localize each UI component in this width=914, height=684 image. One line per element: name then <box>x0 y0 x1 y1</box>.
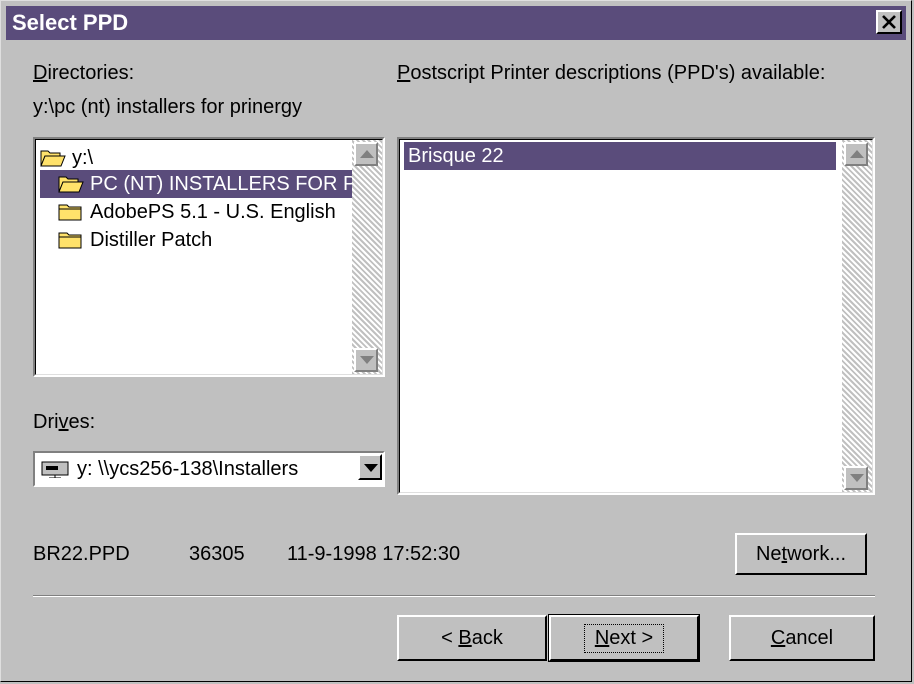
directory-item-label: AdobePS 5.1 - U.S. English <box>90 200 336 223</box>
up-arrow-icon <box>850 150 864 158</box>
drives-dropdown[interactable]: y: \\ycs256-138\Installers <box>33 451 385 487</box>
cancel-button[interactable]: Cancel <box>729 615 875 661</box>
file-size: 36305 <box>189 543 245 565</box>
file-date: 11-9-1998 17:52:30 <box>287 543 461 565</box>
separator <box>33 595 875 597</box>
directory-item-pc-nt-installers[interactable]: PC (NT) INSTALLERS FOR PRINERGY <box>40 170 382 198</box>
directory-item-root[interactable]: y:\ <box>40 144 93 172</box>
drives-label: Drives: <box>33 411 96 433</box>
ppd-scrollbar[interactable] <box>842 140 872 492</box>
current-directory-path: y:\pc (nt) installers for prinergy <box>33 96 302 118</box>
directories-label: Directories: <box>33 62 135 84</box>
close-icon <box>882 15 896 29</box>
down-arrow-icon <box>850 474 864 482</box>
ppd-item-brisque-22[interactable]: Brisque 22 <box>404 142 836 170</box>
ppd-listbox[interactable]: Brisque 22 <box>397 137 875 495</box>
scroll-up-button[interactable] <box>844 142 868 166</box>
directories-listbox[interactable]: y:\ PC (NT) INSTALLERS FOR PRINERGY Adob… <box>33 137 385 377</box>
directory-item-distiller-patch[interactable]: Distiller Patch <box>40 226 212 254</box>
down-arrow-icon <box>360 356 374 364</box>
up-arrow-icon <box>360 150 374 158</box>
select-ppd-dialog: Select PPD Directories: y:\pc (nt) insta… <box>0 0 912 682</box>
network-drive-icon <box>41 460 69 484</box>
ppd-label: Postscript Printer descriptions (PPD's) … <box>397 62 826 84</box>
directories-scrollbar[interactable] <box>352 140 382 374</box>
open-folder-icon <box>40 148 66 168</box>
window-title: Select PPD <box>12 10 129 35</box>
drives-value: y: \\ycs256-138\Installers <box>77 458 299 480</box>
scroll-down-button[interactable] <box>354 348 378 372</box>
network-button[interactable]: Ne t work... <box>735 533 867 575</box>
directory-item-adobeps[interactable]: AdobePS 5.1 - U.S. English <box>40 198 336 226</box>
scroll-down-button[interactable] <box>844 466 868 490</box>
file-name: BR22.PPD <box>33 543 130 565</box>
close-button[interactable] <box>876 10 902 34</box>
chevron-down-icon <box>364 464 378 472</box>
folder-icon <box>58 230 84 250</box>
directory-item-label: PC (NT) INSTALLERS FOR PRINERGY <box>90 172 382 195</box>
drives-dropdown-button[interactable] <box>358 454 382 480</box>
directory-item-label: Distiller Patch <box>90 228 213 251</box>
next-button[interactable]: Next > <box>548 614 700 662</box>
scroll-up-button[interactable] <box>354 142 378 166</box>
title-bar[interactable]: Select PPD <box>6 6 906 40</box>
open-folder-icon <box>58 174 84 194</box>
ppd-item-label: Brisque 22 <box>408 144 504 167</box>
directory-item-label: y:\ <box>72 146 94 169</box>
folder-icon <box>58 202 84 222</box>
back-button[interactable]: < Back <box>397 615 547 661</box>
